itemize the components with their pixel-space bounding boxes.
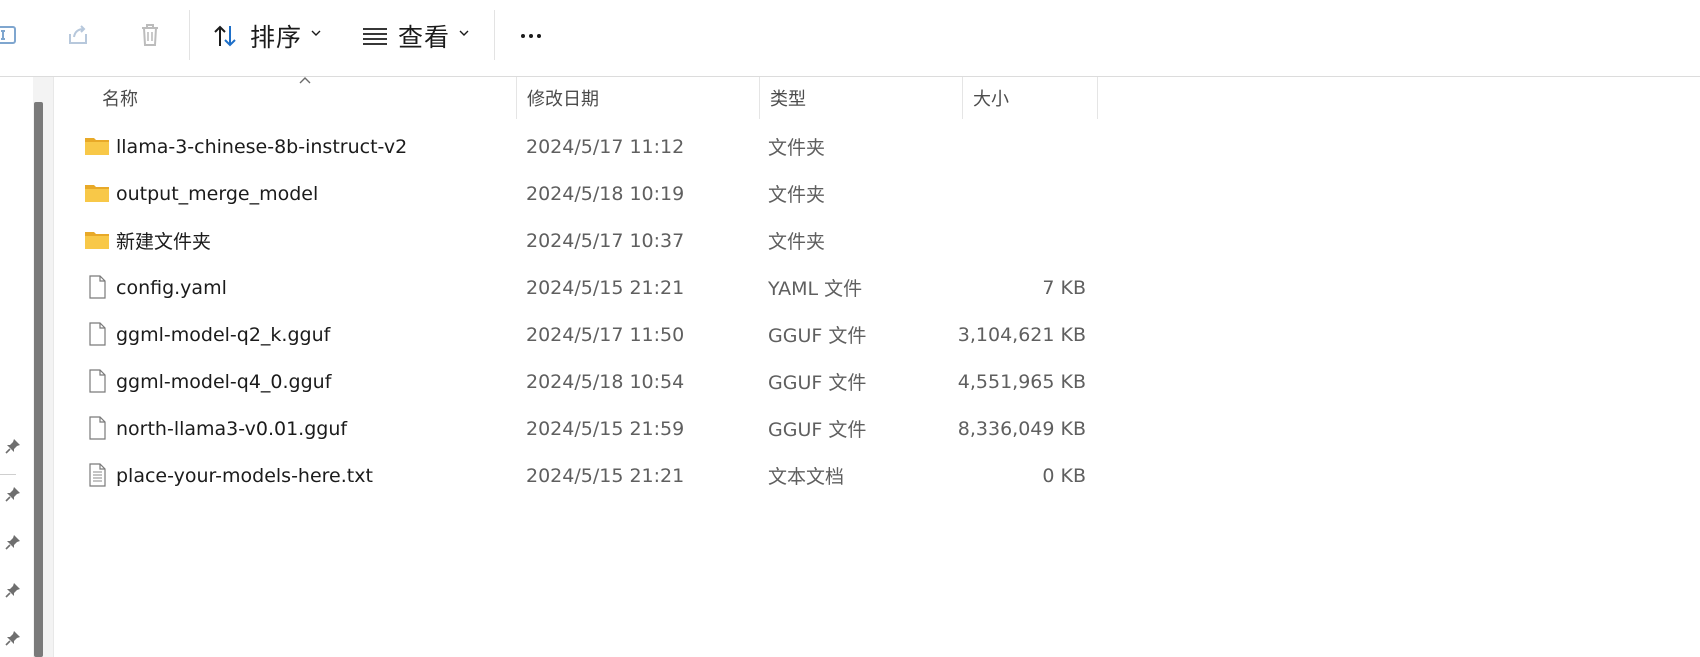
chevron-down-icon: [459, 30, 469, 36]
file-size: 0 KB: [1042, 464, 1086, 487]
file-name: 新建文件夹: [116, 231, 212, 253]
file-name: north-llama3-v0.01.gguf: [116, 417, 348, 440]
pin-icon[interactable]: [4, 629, 22, 647]
pin-icon[interactable]: [4, 533, 22, 551]
file-date: 2024/5/15 21:21: [526, 464, 685, 487]
toolbar-separator: [189, 10, 190, 60]
file-date: 2024/5/17 11:50: [526, 323, 685, 346]
file-row[interactable]: ggml-model-q2_k.gguf 2024/5/17 11:50 GGUF …: [54, 311, 1094, 358]
chevron-down-icon: [311, 30, 321, 36]
file-date: 2024/5/18 10:54: [526, 370, 685, 393]
file-type: GGUF 文件: [768, 419, 867, 441]
file-date: 2024/5/17 10:37: [526, 229, 685, 252]
file-name: ggml-model-q4_0.gguf: [116, 370, 332, 393]
toolbar-separator: [494, 10, 495, 60]
file-row[interactable]: config.yaml 2024/5/15 21:21 YAML 文件 7 KB: [54, 264, 1094, 311]
more-dots-icon: [521, 34, 525, 38]
column-header-date[interactable]: 修改日期: [517, 77, 759, 119]
file-type: 文件夹: [768, 231, 826, 253]
file-size: [954, 217, 1086, 264]
file-name: config.yaml: [116, 276, 227, 299]
file-name: place-your-models-here.txt: [116, 464, 373, 487]
file-name: ggml-model-q2_k.gguf: [116, 323, 331, 346]
file-size: 7 KB: [1042, 276, 1086, 299]
file-date: 2024/5/15 21:21: [526, 276, 685, 299]
view-lines-icon: [363, 28, 387, 45]
file-size: [954, 170, 1086, 217]
rename-icon[interactable]: [0, 20, 22, 50]
file-type: YAML 文件: [768, 278, 863, 300]
file-type: GGUF 文件: [768, 372, 867, 394]
column-header-row: 名称 修改日期 类型 大小: [54, 77, 1700, 119]
file-size: 4,551,965 KB: [957, 370, 1086, 393]
pin-icon[interactable]: [4, 581, 22, 599]
file-row[interactable]: north-llama3-v0.01.gguf 2024/5/15 21:59 GG…: [54, 405, 1094, 452]
sort-button[interactable]: 排序: [212, 18, 322, 54]
pin-icon[interactable]: [4, 437, 22, 455]
nav-divider: [0, 474, 16, 475]
file-date: 2024/5/15 21:59: [526, 417, 685, 440]
file-row[interactable]: output_merge_model 2024/5/18 10:19 文件夹: [54, 170, 1094, 217]
column-resize-handle[interactable]: [1097, 77, 1098, 119]
column-header-size[interactable]: 大小: [963, 77, 1097, 119]
delete-icon[interactable]: [136, 20, 164, 50]
file-row[interactable]: ggml-model-q4_0.gguf 2024/5/18 10:54 GGUF …: [54, 358, 1094, 405]
file-name: output_merge_model: [116, 182, 319, 205]
nav-scrollbar-thumb[interactable]: [34, 102, 43, 657]
view-label: 查看: [398, 23, 451, 52]
file-date: 2024/5/17 11:12: [526, 135, 685, 158]
file-date: 2024/5/18 10:19: [526, 182, 685, 205]
pin-icon[interactable]: [4, 485, 22, 503]
share-icon[interactable]: [64, 20, 92, 50]
column-header-type[interactable]: 类型: [760, 77, 962, 119]
more-options-button[interactable]: [516, 22, 546, 50]
file-row[interactable]: place-your-models-here.txt 2024/5/15 21:2…: [54, 452, 1094, 499]
sort-arrows-icon: [214, 25, 236, 47]
file-type: GGUF 文件: [768, 325, 867, 347]
file-name: llama-3-chinese-8b-instruct-v2: [116, 135, 408, 158]
file-type: 文件夹: [768, 184, 826, 206]
command-bar: 排序 查看: [0, 0, 1700, 77]
file-type: 文件夹: [768, 137, 826, 159]
navigation-pane: [0, 77, 33, 657]
column-header-name[interactable]: 名称: [92, 77, 516, 119]
view-button[interactable]: 查看: [362, 18, 470, 54]
file-row[interactable]: llama-3-chinese-8b-instruct-v2 2024/5/17 …: [54, 123, 1094, 170]
sort-label: 排序: [250, 23, 303, 52]
file-size: 3,104,621 KB: [957, 323, 1086, 346]
file-size: [954, 123, 1086, 170]
file-type: 文本文档: [768, 466, 845, 488]
file-row[interactable]: 新建文件夹 2024/5/17 10:37 文件夹: [54, 217, 1094, 264]
file-size: 8,336,049 KB: [957, 417, 1086, 440]
